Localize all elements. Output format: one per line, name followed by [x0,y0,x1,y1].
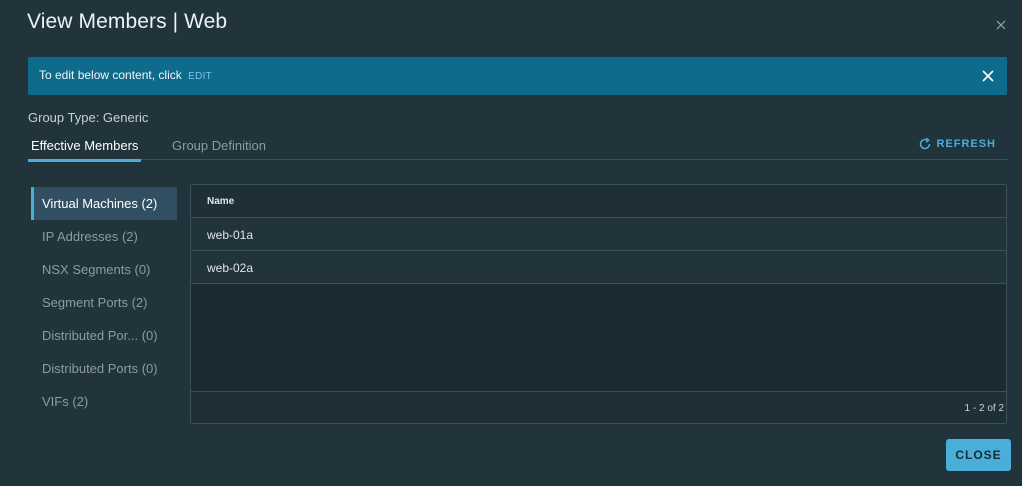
member-type-nav: Virtual Machines (2) IP Addresses (2) NS… [31,187,177,418]
alert-close-icon[interactable] [979,67,997,85]
refresh-button[interactable]: REFRESH [918,137,996,151]
alert-message: To edit below content, click EDIT [39,68,212,82]
table-row[interactable]: web-01a [191,218,1006,251]
alert-text: To edit below content, click [39,68,182,82]
tab-group-definition[interactable]: Group Definition [172,138,266,153]
nav-ip-addresses[interactable]: IP Addresses (2) [31,220,177,253]
members-grid: Name web-01a web-02a 1 - 2 of 2 [190,184,1007,424]
edit-link[interactable]: EDIT [188,71,212,82]
tab-effective-members[interactable]: Effective Members [27,138,142,162]
grid-footer: 1 - 2 of 2 [191,391,1006,423]
nav-distributed-ports[interactable]: Distributed Ports (0) [31,352,177,385]
view-members-modal: View Members | Web To edit below content… [0,0,1022,486]
tab-bar: Effective Members Group Definition REFRE… [27,132,1008,162]
table-row[interactable]: web-02a [191,251,1006,284]
modal-title: View Members | Web [27,10,228,33]
close-icon[interactable] [994,18,1008,32]
refresh-label: REFRESH [936,138,996,150]
pagination-count: 1 - 2 of 2 [964,403,1004,414]
column-header-name[interactable]: Name [207,196,234,207]
nav-nsx-segments[interactable]: NSX Segments (0) [31,253,177,286]
row-name: web-01a [207,228,254,242]
grid-header: Name [191,185,1006,218]
edit-alert-banner: To edit below content, click EDIT [28,57,1007,95]
row-name: web-02a [207,261,254,275]
nav-vifs[interactable]: VIFs (2) [31,385,177,418]
group-type-label: Group Type: Generic [28,110,149,125]
nav-virtual-machines[interactable]: Virtual Machines (2) [31,187,177,220]
nav-segment-ports[interactable]: Segment Ports (2) [31,286,177,319]
refresh-icon [920,137,931,150]
nav-distributed-port-groups[interactable]: Distributed Por... (0) [31,319,177,352]
close-button[interactable]: CLOSE [946,439,1011,471]
